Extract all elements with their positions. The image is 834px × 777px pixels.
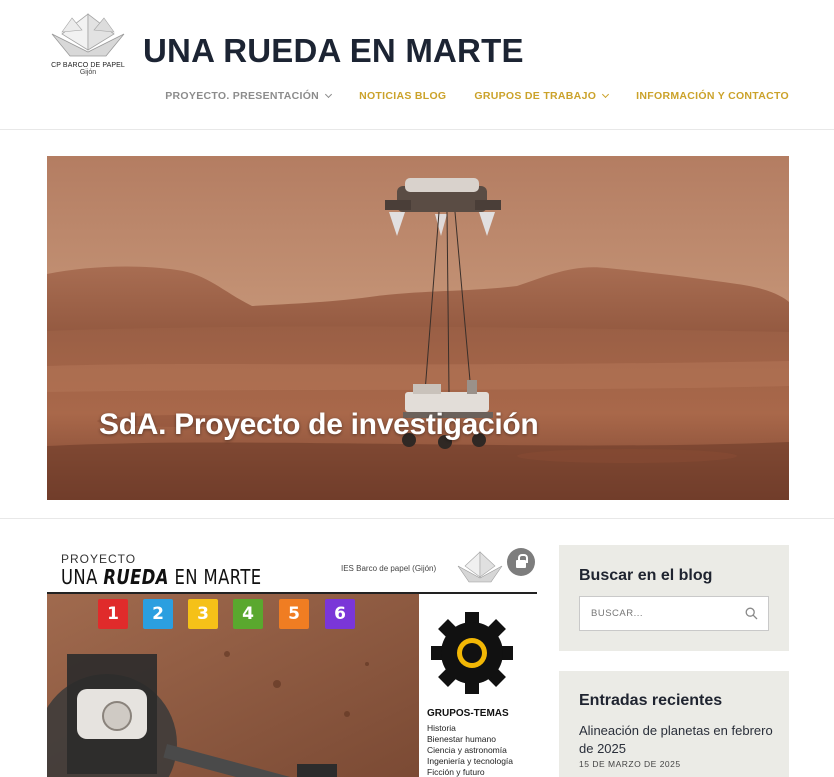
group-number-badge: 4 [233, 599, 263, 629]
group-topic: Ciencia y astronomía [427, 745, 507, 755]
nav-item-label: GRUPOS DE TRABAJO [474, 90, 597, 102]
poster-title: UNA RUEDA EN MARTE [61, 565, 262, 589]
groups-title: GRUPOS-TEMAS [427, 708, 509, 719]
poster-title-part: RUEDA [103, 565, 169, 589]
group-number-badge: 2 [143, 599, 173, 629]
poster-school: IES Barco de papel (Gijón) [341, 564, 437, 573]
gear-icon [431, 612, 513, 694]
mars-landscape-image [47, 156, 789, 500]
poster-top-line: PROYECTO [61, 552, 137, 566]
paper-boat-icon [457, 551, 503, 583]
nav-item-noticias[interactable]: NOTICIAS BLOG [359, 90, 446, 102]
site-logo[interactable]: CP BARCO DE PAPEL Gijón [47, 12, 129, 92]
group-number-badge: 3 [188, 599, 218, 629]
chevron-down-icon [602, 90, 610, 99]
nav-item-label: PROYECTO. PRESENTACIÓN [165, 90, 320, 102]
search-widget-title: Buscar en el blog [579, 567, 713, 584]
nav-item-contacto[interactable]: INFORMACIÓN Y CONTACTO [636, 90, 789, 102]
group-topic: Ingeniería y tecnología [427, 756, 514, 766]
site-title[interactable]: UNA RUEDA EN MARTE [143, 32, 524, 70]
main-navigation: PROYECTO. PRESENTACIÓN NOTICIAS BLOG GRU… [165, 90, 789, 102]
poster-title-part: EN MARTE [168, 565, 262, 589]
group-number-badge: 5 [279, 599, 309, 629]
paper-boat-icon [51, 13, 125, 57]
site-header: CP BARCO DE PAPEL Gijón UNA RUEDA EN MAR… [0, 0, 834, 130]
hero-title[interactable]: SdA. Proyecto de investigación [99, 408, 539, 442]
group-topic: Historia [427, 723, 456, 733]
chevron-down-icon [325, 90, 333, 99]
search-widget: Buscar en el blog [559, 545, 789, 651]
nav-item-proyecto[interactable]: PROYECTO. PRESENTACIÓN [165, 90, 333, 102]
search-input[interactable] [580, 597, 740, 630]
group-number-badge: 1 [98, 599, 128, 629]
search-box[interactable] [579, 596, 769, 631]
group-topic: Ficción y futuro [427, 767, 485, 777]
nav-item-label: INFORMACIÓN Y CONTACTO [636, 90, 789, 102]
nav-item-grupos[interactable]: GRUPOS DE TRABAJO [474, 90, 610, 102]
hero-banner[interactable]: SdA. Proyecto de investigación [47, 156, 789, 500]
group-topic: Bienestar humano [427, 734, 496, 744]
nav-item-label: NOTICIAS BLOG [359, 90, 447, 102]
recent-posts-widget: Entradas recientes Alineación de planeta… [559, 671, 789, 777]
section-divider [0, 518, 834, 519]
recent-post-date: 15 DE MARZO DE 2025 [579, 759, 681, 769]
group-number-badge: 6 [325, 599, 355, 629]
recent-post-link[interactable]: Alineación de planetas en febrero de 202… [579, 722, 779, 758]
poster-title-part: UNA [61, 565, 104, 589]
recent-posts-title: Entradas recientes [579, 692, 723, 709]
lock-open-icon[interactable] [507, 548, 535, 576]
logo-city: Gijón [79, 69, 97, 76]
featured-post-image[interactable]: PROYECTO UNA RUEDA EN MARTE IES Barco de… [47, 544, 537, 777]
search-icon[interactable] [745, 607, 758, 620]
logo-school-name: CP BARCO DE PAPEL [51, 62, 125, 69]
